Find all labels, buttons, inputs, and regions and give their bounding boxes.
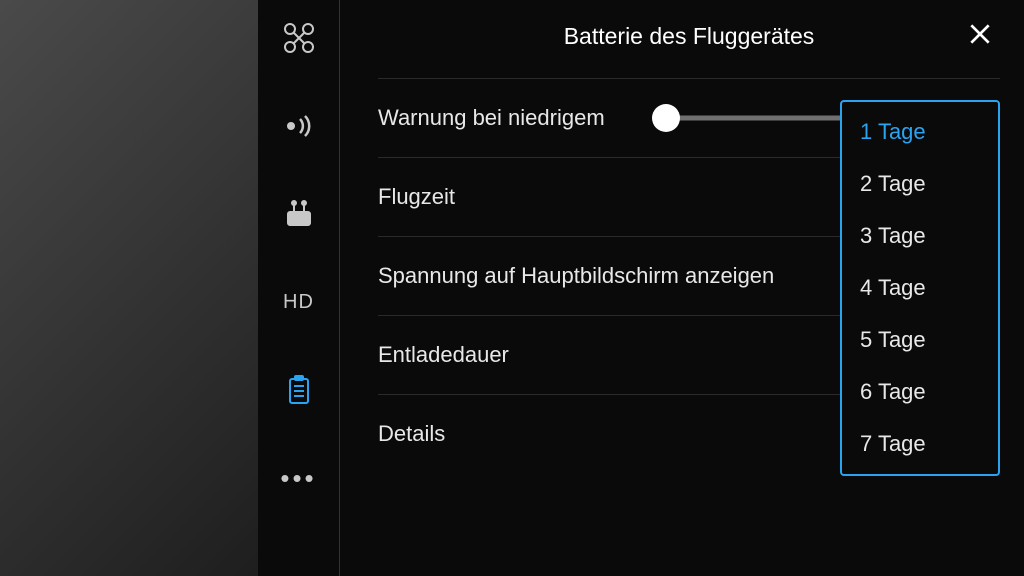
dropdown-option[interactable]: 2 Tage — [842, 158, 998, 210]
row-label: Warnung bei niedrigem — [378, 103, 638, 133]
settings-sidebar: HD ••• — [258, 0, 340, 576]
dropdown-option[interactable]: 1 Tage — [842, 106, 998, 158]
row-label: Flugzeit — [378, 182, 638, 212]
discharge-days-dropdown[interactable]: 1 Tage 2 Tage 3 Tage 4 Tage 5 Tage 6 Tag… — [840, 100, 1000, 476]
row-label: Entladedauer — [378, 340, 638, 370]
dropdown-option[interactable]: 3 Tage — [842, 210, 998, 262]
hd-label: HD — [283, 291, 314, 314]
sidebar-item-aircraft[interactable] — [281, 20, 317, 56]
settings-panel: HD ••• Batterie des Fluggerätes — [258, 0, 1024, 576]
background-camera-view — [0, 0, 258, 576]
sidebar-item-more[interactable]: ••• — [281, 460, 317, 496]
drone-icon — [283, 22, 315, 54]
signal-icon — [283, 110, 315, 142]
more-icon: ••• — [280, 463, 316, 494]
settings-main: Batterie des Fluggerätes Warnung bei nie… — [340, 0, 1024, 576]
close-button[interactable] — [964, 18, 996, 50]
dropdown-option[interactable]: 5 Tage — [842, 314, 998, 366]
sidebar-item-remote[interactable] — [281, 196, 317, 232]
dropdown-option[interactable]: 6 Tage — [842, 366, 998, 418]
sidebar-item-hd[interactable]: HD — [281, 284, 317, 320]
panel-header: Batterie des Fluggerätes — [378, 0, 1000, 72]
sidebar-item-battery[interactable] — [281, 372, 317, 408]
dropdown-option[interactable]: 4 Tage — [842, 262, 998, 314]
row-label: Details — [378, 419, 638, 449]
battery-icon — [283, 374, 315, 406]
slider-thumb[interactable] — [652, 104, 680, 132]
panel-title: Batterie des Fluggerätes — [564, 23, 815, 50]
sidebar-item-signal[interactable] — [281, 108, 317, 144]
close-icon — [967, 21, 993, 47]
row-label: Spannung auf Hauptbildschirm anzeigen — [378, 261, 774, 291]
dropdown-option[interactable]: 7 Tage — [842, 418, 998, 470]
remote-icon — [283, 198, 315, 230]
